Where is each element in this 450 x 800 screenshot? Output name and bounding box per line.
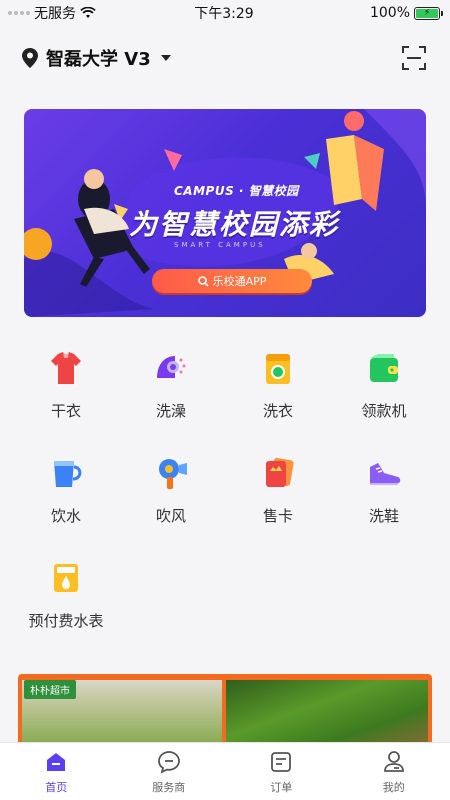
promo-tag: 朴朴超市	[24, 680, 76, 699]
service-shower[interactable]: 洗澡	[121, 348, 221, 421]
service-label: 洗衣	[262, 402, 293, 420]
tab-home[interactable]: 首页	[0, 743, 113, 800]
service-shoe-wash[interactable]: 洗鞋	[334, 453, 434, 526]
scan-icon	[402, 46, 426, 70]
home-icon	[47, 752, 66, 771]
banner-app-button[interactable]: 乐校通APP	[152, 269, 312, 293]
cup-icon	[54, 461, 82, 487]
signal-icon	[8, 11, 30, 15]
header: 智磊大学 V3	[0, 40, 450, 76]
service-label: 吹风	[155, 507, 186, 525]
search-icon	[197, 275, 209, 287]
water-meter-icon	[54, 564, 78, 592]
shirt-icon	[51, 352, 81, 384]
campus-selector[interactable]: 智磊大学 V3	[22, 45, 171, 71]
tab-label: 服务商	[152, 780, 186, 794]
tab-bar: 首页 服务商 订单 我的	[0, 742, 450, 800]
hair-dryer-icon	[159, 459, 187, 489]
service-dry-clothes[interactable]: 干衣	[16, 348, 116, 421]
carrier-label: 无服务	[34, 6, 76, 22]
battery-icon: ⚡	[414, 6, 443, 20]
banner-subtitle: SMART CAMPUS	[174, 241, 266, 249]
service-hair-dryer[interactable]: 吹风	[121, 453, 221, 526]
service-card-sale[interactable]: 售卡	[228, 453, 328, 526]
chevron-down-icon	[160, 55, 171, 61]
service-label: 饮水	[50, 507, 81, 525]
tab-providers[interactable]: 服务商	[113, 743, 226, 800]
status-time: 下午3:29	[194, 6, 254, 22]
campus-name: 智磊大学 V3	[46, 49, 151, 70]
scan-button[interactable]	[400, 44, 428, 72]
wifi-icon	[80, 7, 96, 18]
service-prepaid-water-meter[interactable]: 预付费水表	[16, 558, 116, 631]
banner-button-label: 乐校通APP	[212, 275, 267, 288]
washing-machine-icon	[266, 354, 290, 384]
location-pin-icon	[22, 48, 38, 68]
order-icon	[271, 751, 292, 772]
service-label: 洗澡	[155, 402, 186, 420]
wallet-icon	[370, 354, 398, 382]
service-label: 领款机	[361, 402, 407, 420]
tab-label: 订单	[270, 780, 293, 794]
profile-icon	[383, 750, 404, 772]
service-washing[interactable]: 洗衣	[228, 348, 328, 421]
shoe-icon	[370, 463, 401, 485]
tab-label: 我的	[382, 780, 405, 794]
status-bar: 无服务 下午3:29 100% ⚡	[0, 0, 450, 26]
cards-icon	[266, 457, 294, 487]
service-drinking-water[interactable]: 饮水	[16, 453, 116, 526]
tab-label: 首页	[45, 780, 68, 794]
service-label: 预付费水表	[28, 612, 104, 630]
tab-orders[interactable]: 订单	[225, 743, 338, 800]
service-label: 洗鞋	[368, 507, 399, 525]
shower-icon	[157, 356, 186, 378]
banner-title: 为智慧校园添彩	[128, 208, 339, 241]
service-label: 干衣	[50, 402, 81, 420]
promo-image-dish	[226, 680, 428, 748]
tab-profile[interactable]: 我的	[338, 743, 450, 800]
promo-banner[interactable]: CAMPUS · 智慧校园 为智慧校园添彩 SMART CAMPUS 乐校通AP…	[24, 109, 426, 317]
chat-icon	[157, 750, 180, 774]
service-cash-machine[interactable]: 领款机	[334, 348, 434, 421]
promo-strip[interactable]: 朴朴超市	[18, 674, 432, 748]
battery-percent: 100%	[369, 5, 410, 21]
banner-campus-text: CAMPUS · 智慧校园	[174, 184, 299, 198]
service-label: 售卡	[262, 507, 293, 525]
